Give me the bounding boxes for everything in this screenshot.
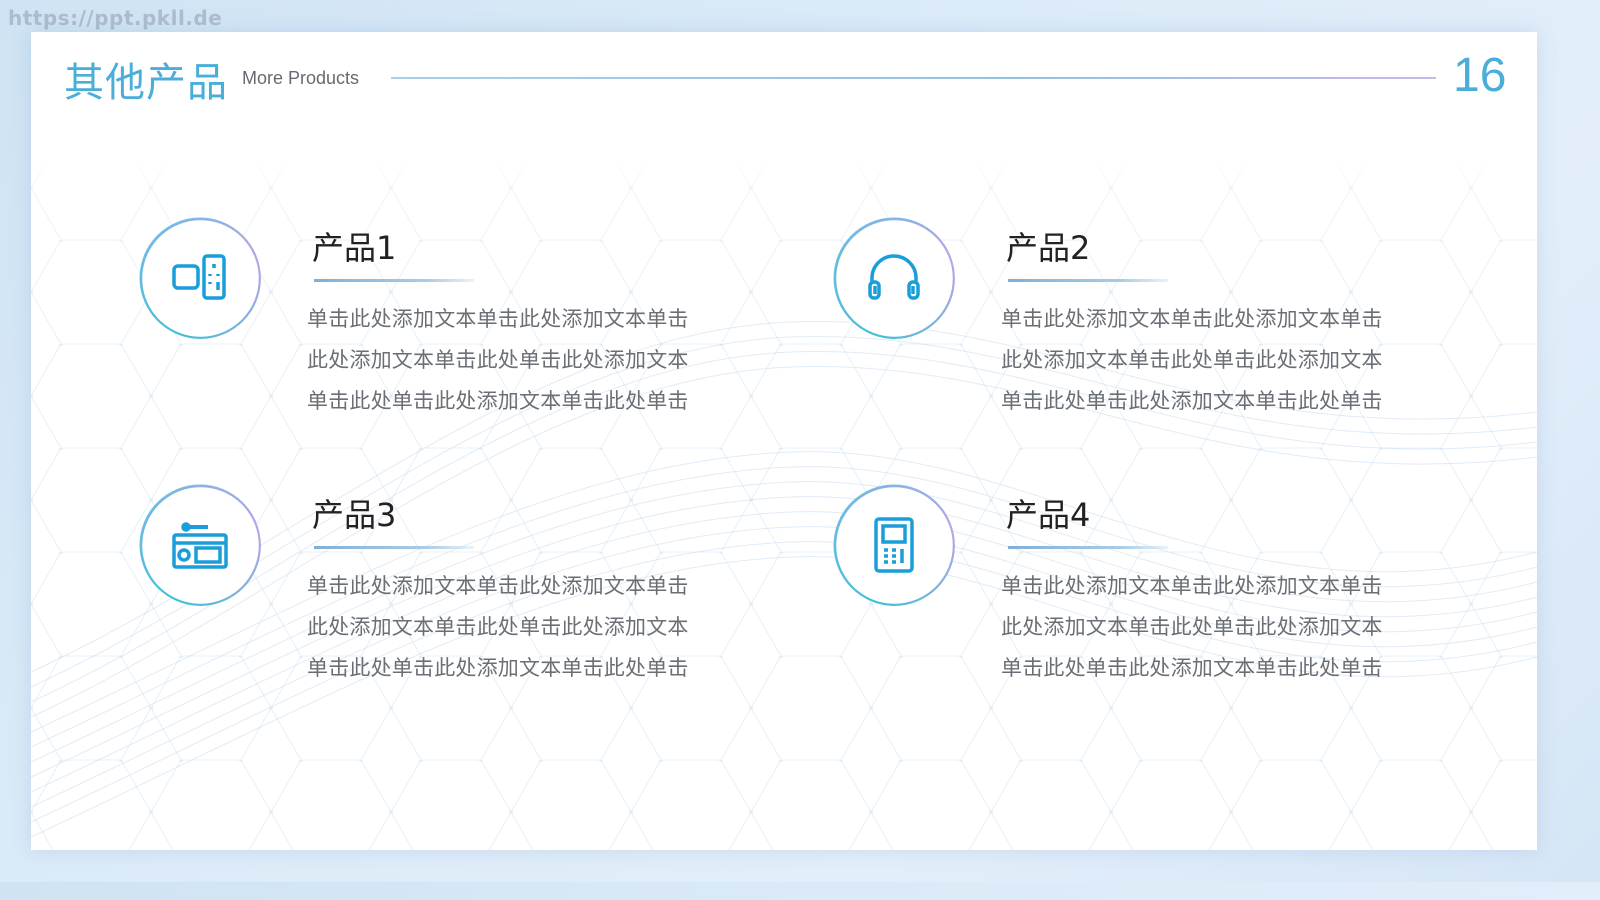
product-item-3: 产品3 单击此处添加文本单击此处添加文本单击 此处添加文本单击此处单击此处添加文…: [141, 486, 781, 686]
product-2-desc-line-3: 单击此处单击此处添加文本单击此处单击: [1001, 389, 1383, 413]
product-2-desc-line-1: 单击此处添加文本单击此处添加文本单击: [1001, 307, 1383, 331]
product-2-desc-line-2: 此处添加文本单击此处单击此处添加文本: [1001, 348, 1383, 372]
product-1-desc-line-2: 此处添加文本单击此处单击此处添加文本: [307, 348, 689, 372]
hexagon-wave-background: [31, 152, 1537, 850]
product-3-desc-line-2: 此处添加文本单击此处单击此处添加文本: [307, 615, 689, 639]
product-1-title: 产品1: [312, 229, 397, 267]
product-item-2: 产品2 单击此处添加文本单击此处添加文本单击 此处添加文本单击此处单击此处添加文…: [835, 219, 1475, 419]
product-2-underline: [1008, 279, 1168, 282]
product-1-underline: [314, 279, 474, 282]
product-3-underline: [314, 546, 474, 549]
page-title: 其他产品: [64, 60, 228, 106]
product-4-title: 产品4: [1006, 496, 1091, 534]
product-item-4: 产品4 单击此处添加文本单击此处添加文本单击 此处添加文本单击此处单击此处添加文…: [835, 486, 1475, 686]
product-4-underline: [1008, 546, 1168, 549]
product-4-desc-line-3: 单击此处单击此处添加文本单击此处单击: [1001, 656, 1383, 680]
product-2-icon-circle: [835, 219, 953, 337]
product-1-icon-circle: [141, 219, 259, 337]
tv-remote-icon: [172, 254, 226, 300]
product-3-icon-circle: [141, 486, 259, 604]
product-3-desc-line-1: 单击此处添加文本单击此处添加文本单击: [307, 574, 689, 598]
watermark-url: https://ppt.pkll.de: [8, 6, 223, 30]
page-subtitle: More Products: [242, 68, 360, 88]
slide-card: 其他产品 More Products 16 产品1 单击此处添加文本单击此处添加…: [31, 32, 1537, 850]
product-1-description: 单击此处添加文本单击此处添加文本单击 此处添加文本单击此处单击此处添加文本 单击…: [307, 299, 727, 422]
product-4-description: 单击此处添加文本单击此处添加文本单击 此处添加文本单击此处单击此处添加文本 单击…: [1001, 566, 1421, 689]
product-3-desc-line-3: 单击此处单击此处添加文本单击此处单击: [307, 656, 689, 680]
product-1-desc-line-3: 单击此处单击此处添加文本单击此处单击: [307, 389, 689, 413]
product-3-title: 产品3: [312, 496, 397, 534]
intercom-icon: [874, 517, 914, 573]
page-number: 16: [1453, 49, 1507, 102]
oven-icon: [172, 522, 228, 569]
product-1-desc-line-1: 单击此处添加文本单击此处添加文本单击: [307, 307, 689, 331]
product-4-desc-line-1: 单击此处添加文本单击此处添加文本单击: [1001, 574, 1383, 598]
product-3-description: 单击此处添加文本单击此处添加文本单击 此处添加文本单击此处单击此处添加文本 单击…: [307, 566, 727, 689]
product-2-description: 单击此处添加文本单击此处添加文本单击 此处添加文本单击此处单击此处添加文本 单击…: [1001, 299, 1421, 422]
product-item-1: 产品1 单击此处添加文本单击此处添加文本单击 此处添加文本单击此处单击此处添加文…: [141, 219, 781, 419]
headphones-icon: [868, 254, 920, 300]
product-4-desc-line-2: 此处添加文本单击此处单击此处添加文本: [1001, 615, 1383, 639]
product-2-title: 产品2: [1006, 229, 1091, 267]
header-divider: [391, 77, 1436, 79]
product-4-icon-circle: [835, 486, 953, 604]
